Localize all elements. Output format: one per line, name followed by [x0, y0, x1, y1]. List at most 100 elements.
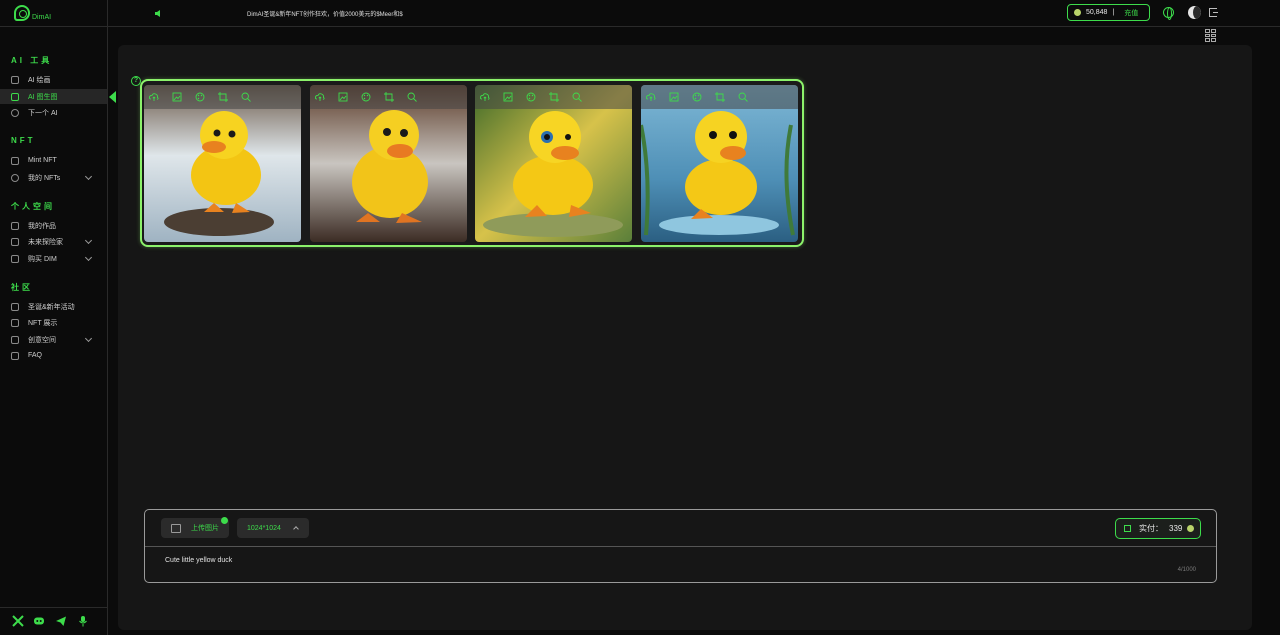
coin-icon — [1187, 525, 1195, 532]
image-size-select[interactable]: 1024*1024 — [237, 518, 309, 538]
space-icon — [11, 335, 19, 344]
character-counter: 4/1000 — [1177, 567, 1196, 573]
sidebar-item-label: AI 图生图 — [28, 93, 58, 101]
zoom-icon[interactable] — [738, 92, 748, 102]
sidebar-item-christmas-event[interactable]: 圣诞&新年活动 — [0, 299, 107, 314]
section-title-personal-space: 个人空间 — [11, 202, 55, 211]
section-title-community: 社区 — [11, 283, 33, 292]
upload-cloud-icon[interactable] — [646, 92, 656, 102]
folder-upload-icon — [171, 523, 181, 533]
logo-text: DimAI — [32, 14, 52, 21]
zoom-icon[interactable] — [407, 92, 417, 102]
language-globe-icon[interactable] — [1163, 7, 1174, 20]
image-icon — [11, 75, 19, 84]
crop-icon[interactable] — [549, 92, 559, 102]
result-image-card[interactable] — [144, 85, 301, 242]
sidebar-item-next-ai[interactable]: 下一个 AI — [0, 105, 107, 120]
add-image-icon[interactable] — [669, 92, 679, 102]
section-title-nft: NFT — [11, 136, 36, 145]
sidebar-item-buy-dim[interactable]: 购买 DIM — [0, 251, 107, 266]
status-dot — [221, 517, 228, 524]
result-gallery — [140, 79, 804, 247]
upload-image-button[interactable]: 上传图片 — [161, 517, 229, 538]
zoom-icon[interactable] — [241, 92, 251, 102]
chevron-down-icon — [84, 334, 93, 343]
section-title-ai-tools: AI 工具 — [11, 56, 53, 65]
zoom-icon[interactable] — [572, 92, 582, 102]
pay-amount: 339 — [1169, 524, 1183, 533]
announcement-text[interactable]: DimAI圣诞&新年NFT创作狂欢，价值2000美元的$Meer和$ — [247, 9, 403, 18]
faq-icon — [11, 351, 19, 360]
sidebar-item-label: NFT 展示 — [28, 319, 58, 327]
sidebar-item-future-explorer[interactable]: 未来探险家 — [0, 234, 107, 249]
sidebar-item-my-works[interactable]: 我的作品 — [0, 218, 107, 233]
prompt-input[interactable]: Cute little yellow duck — [165, 557, 232, 564]
crop-icon[interactable] — [715, 92, 725, 102]
upload-cloud-icon[interactable] — [149, 92, 159, 102]
palette-icon[interactable] — [361, 92, 371, 102]
palette-icon[interactable] — [526, 92, 536, 102]
upload-cloud-icon[interactable] — [480, 92, 490, 102]
discord-icon[interactable] — [33, 615, 45, 627]
crop-icon[interactable] — [384, 92, 394, 102]
x-icon[interactable] — [12, 615, 24, 627]
add-image-icon[interactable] — [503, 92, 513, 102]
sidebar-item-label: 下一个 AI — [28, 109, 58, 117]
sidebar-item-creative-space[interactable]: 创意空间 — [0, 332, 107, 347]
balance-widget: 50,848 | 充值 — [1067, 4, 1150, 21]
chevron-down-icon — [84, 172, 93, 181]
sidebar-item-label: Mint NFT — [28, 157, 57, 164]
avatar[interactable] — [1188, 6, 1201, 19]
palette-icon[interactable] — [195, 92, 205, 102]
nft-icon — [11, 173, 19, 182]
logo-icon — [14, 5, 30, 21]
cube-icon — [11, 221, 19, 230]
image-toolbar — [475, 85, 632, 109]
app-root: DimAI AI 工具 AI 绘画 AI 图生图 下一个 AI NFT Mint… — [0, 0, 1280, 635]
sidebar-item-label: 我的 NFTs — [28, 174, 61, 182]
image-toolbar — [144, 85, 301, 109]
crop-icon[interactable] — [218, 92, 228, 102]
add-image-icon[interactable] — [338, 92, 348, 102]
sidebar-item-label: FAQ — [28, 352, 43, 359]
sidebar-item-nft-showcase[interactable]: NFT 展示 — [0, 315, 107, 330]
sidebar-item-label: 创意空间 — [28, 336, 56, 344]
explorer-icon — [11, 237, 19, 246]
chevron-down-icon — [84, 236, 93, 245]
sidebar-item-my-nfts[interactable]: 我的 NFTs — [0, 170, 107, 185]
image-size-value: 1024*1024 — [247, 524, 281, 532]
generate-icon — [1124, 525, 1131, 532]
result-image-card[interactable] — [641, 85, 798, 242]
speaker-icon — [155, 10, 160, 17]
info-icon — [11, 108, 19, 117]
generate-pay-button[interactable]: 实付： 339 — [1115, 518, 1201, 539]
sidebar-item-label: 未来探险家 — [28, 238, 63, 246]
layout-grid-icon[interactable] — [1205, 29, 1216, 42]
logout-icon[interactable] — [1209, 8, 1218, 17]
logo[interactable]: DimAI — [14, 5, 51, 21]
top-bar: DimAI圣诞&新年NFT创作狂欢，价值2000美元的$Meer和$ 50,84… — [108, 0, 1280, 27]
recharge-button[interactable]: 充值 — [1124, 8, 1138, 18]
sidebar-item-mint-nft[interactable]: Mint NFT — [0, 153, 107, 168]
image-toolbar — [310, 85, 467, 109]
sidebar-item-faq[interactable]: FAQ — [0, 348, 107, 363]
image-swap-icon — [11, 92, 19, 101]
upload-image-label: 上传图片 — [191, 525, 219, 532]
sidebar-item-label: 购买 DIM — [28, 255, 57, 263]
result-image-card[interactable] — [475, 85, 632, 242]
balance-amount: 50,848 — [1086, 9, 1108, 16]
gallery-icon — [11, 318, 19, 327]
telegram-icon[interactable] — [55, 615, 67, 627]
sidebar-item-ai-painting[interactable]: AI 绘画 — [0, 72, 107, 87]
sidebar-item-ai-image-to-image[interactable]: AI 图生图 — [0, 89, 107, 104]
active-indicator — [109, 91, 116, 103]
palette-icon[interactable] — [692, 92, 702, 102]
upload-cloud-icon[interactable] — [315, 92, 325, 102]
microphone-icon[interactable] — [77, 615, 89, 627]
result-image-card[interactable] — [310, 85, 467, 242]
cart-icon — [11, 254, 19, 263]
prompt-panel: 上传图片 1024*1024 实付： 339 Cute little yello… — [144, 509, 1217, 583]
prompt-divider — [145, 546, 1216, 547]
mint-icon — [11, 156, 19, 165]
add-image-icon[interactable] — [172, 92, 182, 102]
